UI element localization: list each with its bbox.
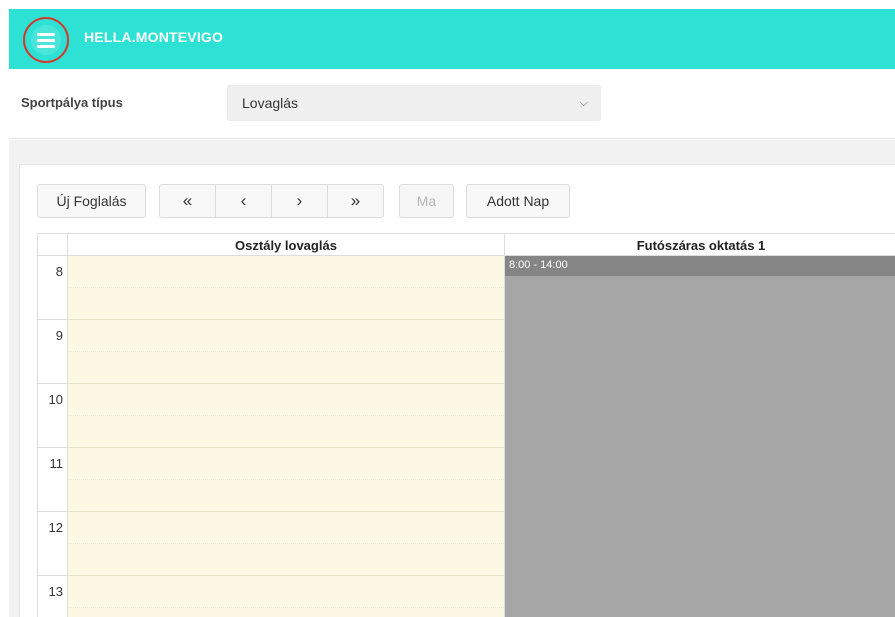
previous-button[interactable]: ‹ bbox=[215, 184, 272, 218]
content-area: Új Foglalás « ‹ › » Ma Adott Nap Osztály… bbox=[9, 140, 895, 617]
first-page-button[interactable]: « bbox=[159, 184, 216, 218]
calendar-grid: Osztály lovaglás Futószáras oktatás 1 8 … bbox=[37, 233, 895, 617]
hour-cell: 12 bbox=[38, 512, 67, 576]
column-header: Futószáras oktatás 1 bbox=[504, 234, 895, 256]
navigation-button-group: « ‹ › » bbox=[159, 184, 384, 218]
hour-label: 11 bbox=[49, 456, 64, 471]
hour-label: 9 bbox=[55, 328, 63, 343]
time-slot[interactable] bbox=[68, 352, 504, 384]
hour-label: 13 bbox=[48, 584, 63, 599]
filter-row: Sportpálya típus Lovaglás ⌵ bbox=[9, 69, 895, 139]
hour-label: 12 bbox=[48, 520, 63, 535]
column-header: Osztály lovaglás bbox=[67, 234, 504, 256]
hour-cell: 10 bbox=[38, 384, 67, 448]
hour-cell: 11 bbox=[38, 448, 67, 512]
top-bar: HELLA.MONTEVIGO bbox=[9, 9, 895, 69]
court-type-value: Lovaglás bbox=[242, 95, 299, 111]
time-slot[interactable] bbox=[68, 256, 504, 288]
resource-column-blocked[interactable]: 8:00 - 14:00 bbox=[504, 256, 895, 617]
hour-cell: 13 bbox=[38, 576, 67, 617]
event-time-range[interactable]: 8:00 - 14:00 bbox=[505, 256, 895, 276]
resource-column-free[interactable] bbox=[67, 256, 504, 617]
hour-cell: 8 bbox=[38, 256, 67, 320]
brand-name[interactable]: HELLA.MONTEVIGO bbox=[84, 29, 223, 45]
hour-cell: 9 bbox=[38, 320, 67, 384]
new-booking-button[interactable]: Új Foglalás bbox=[37, 184, 146, 218]
chevron-down-icon: ⌵ bbox=[579, 97, 588, 109]
last-page-button[interactable]: » bbox=[327, 184, 384, 218]
given-day-button[interactable]: Adott Nap bbox=[466, 184, 570, 218]
court-type-select[interactable]: Lovaglás ⌵ bbox=[227, 85, 601, 121]
time-slot[interactable] bbox=[68, 416, 504, 448]
time-slot[interactable] bbox=[68, 384, 504, 416]
today-button[interactable]: Ma bbox=[399, 184, 454, 218]
calendar-card: Új Foglalás « ‹ › » Ma Adott Nap Osztály… bbox=[19, 164, 895, 617]
menu-button[interactable] bbox=[23, 17, 69, 63]
time-slot[interactable] bbox=[68, 448, 504, 480]
court-type-label: Sportpálya típus bbox=[21, 95, 123, 110]
calendar-header: Osztály lovaglás Futószáras oktatás 1 bbox=[38, 234, 895, 256]
next-button[interactable]: › bbox=[271, 184, 328, 218]
hamburger-menu-icon bbox=[31, 25, 61, 55]
time-slot[interactable] bbox=[68, 320, 504, 352]
time-slot[interactable] bbox=[68, 480, 504, 512]
time-slot[interactable] bbox=[68, 576, 504, 608]
time-slot[interactable] bbox=[68, 512, 504, 544]
time-slot[interactable] bbox=[68, 288, 504, 320]
time-axis: 8 9 10 11 12 13 bbox=[38, 256, 67, 617]
time-slot[interactable] bbox=[68, 544, 504, 576]
hour-label: 10 bbox=[48, 392, 63, 407]
hour-label: 8 bbox=[55, 264, 63, 279]
